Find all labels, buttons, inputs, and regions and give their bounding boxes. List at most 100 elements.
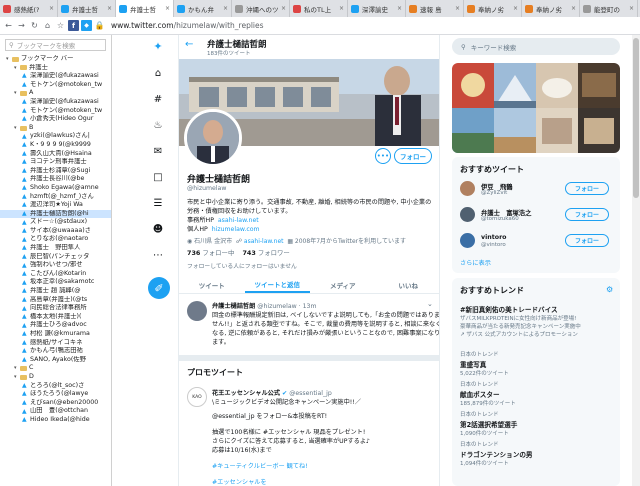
website-link[interactable]: asahi-law.net [244, 238, 284, 245]
bookmark-item[interactable]: ▲ 渡辺洋司★Yoji Wa [0, 201, 111, 210]
back-arrow-icon[interactable]: ← [3, 20, 14, 31]
tweet-avatar[interactable] [187, 301, 207, 321]
bookmark-item[interactable]: ▲ とりなお(@naotaro [0, 235, 111, 244]
bookmark-folder[interactable]: ▾ D [0, 373, 111, 382]
bookmark-item[interactable]: ▲ サイ本(@uwaaaa)さ [0, 227, 111, 236]
close-tab-icon[interactable]: × [395, 5, 402, 12]
trend-item[interactable]: 日本のトレンド 第2話選択希望選手 1,090件のツイート [460, 410, 615, 437]
who-to-follow-item[interactable]: 弁護士 富塚浩之 @tomizuka60 フォロー [452, 204, 620, 226]
facebook-icon[interactable]: f [68, 20, 79, 31]
bookmark-folder[interactable]: ▾ A [0, 89, 111, 98]
bookmark-item[interactable]: ▲ 山田 豊(@ottchan [0, 407, 111, 416]
browser-tab[interactable]: かもん弁 × [174, 0, 232, 17]
bookmark-item[interactable]: ▲ 橋本太地(弁護士)( [0, 313, 111, 322]
promo-hashtag[interactable]: #キューティクルビーボー 観てね! [212, 461, 308, 470]
more-options-button[interactable]: ••• [375, 148, 391, 164]
browser-tab[interactable]: 奉納ノ劣 × [464, 0, 522, 17]
bookmark-item[interactable]: ▲ SANO, Ayako(佐野 [0, 356, 111, 365]
bookmark-folder[interactable]: ▾ ブックマーク バー [0, 55, 111, 64]
browser-tab[interactable]: 沖縄へのツ × [232, 0, 290, 17]
close-tab-icon[interactable]: × [163, 5, 170, 12]
compose-tweet-button[interactable]: ✐ [148, 277, 170, 299]
close-tab-icon[interactable]: × [221, 5, 228, 12]
bookmark-item[interactable]: ▲ 弁護士杉浦章(@Sugi [0, 167, 111, 176]
browser-tab[interactable]: 感熱紙(? × [0, 0, 58, 17]
follow-button[interactable]: フォロー [565, 208, 609, 221]
show-more-link[interactable]: さらに表示 [460, 258, 491, 267]
browser-tab[interactable]: 速報 島 × [406, 0, 464, 17]
bookmark-item[interactable]: ▲ 弁護士 趙 誠峰(@ [0, 287, 111, 296]
bookmark-item[interactable]: ▲ yzki(@lawkus)さん| [0, 132, 111, 141]
browser-tab[interactable]: 弁護士哲 × [116, 0, 174, 17]
bookmark-item[interactable]: ▲ モトケン(@motoken_tw [0, 107, 111, 116]
list-icon[interactable]: ☰ [151, 196, 165, 210]
browser-tab[interactable]: 深澤諭史 × [348, 0, 406, 17]
gear-icon[interactable]: ⚙ [606, 285, 613, 294]
office-link[interactable]: asahi-law.net [218, 217, 259, 224]
bookmark-item[interactable]: ▲ 壽久山大貴(@Hsaina [0, 150, 111, 159]
bookmark-item[interactable]: ▲ こたびん(@Kotarin [0, 270, 111, 279]
close-tab-icon[interactable]: × [337, 5, 344, 12]
bookmark-folder[interactable]: ▾ 弁護士 [0, 64, 111, 73]
bookmark-item[interactable]: ▲ 坂本正幸(@sakamotc [0, 278, 111, 287]
bookmark-item[interactable]: ▲ 感熱紙/サイコキネ [0, 339, 111, 348]
bookmark-item[interactable]: ▲ hzmft(@_hzmf_)さん [0, 193, 111, 202]
bookmark-item[interactable]: ▲ 弁護士長谷川(@be [0, 175, 111, 184]
bookmark-item[interactable]: ▲ 村松 謙(@kmurama [0, 330, 111, 339]
star-icon[interactable]: ☆ [55, 20, 66, 31]
more-icon[interactable]: ⋯ [151, 248, 165, 262]
who-to-follow-item[interactable]: 伊豆 飛鶴 @ZyliZvit フォロー [452, 178, 620, 200]
reload-icon[interactable]: ↻ [29, 20, 40, 31]
back-icon[interactable]: ← [185, 39, 193, 50]
twitter-icon[interactable]: ◆ [81, 20, 92, 31]
follow-button[interactable]: フォロー [565, 182, 609, 195]
bookmark-item[interactable]: ▲ 弁護士 野田隼人 [0, 244, 111, 253]
home-icon[interactable]: ⌂ [151, 66, 165, 80]
tweet[interactable]: 弁護士樋詰哲朗 @hizumelaw · 13m ⌄ 回金の標準報酬規定新旧は,… [179, 295, 439, 361]
trend-item[interactable]: #新旧真剣佑の美トレードバイス ザバスMILKPROTEINに女性向け新商品が登… [460, 303, 615, 338]
chevron-down-icon[interactable]: ⌄ [427, 300, 433, 308]
follow-button[interactable]: フォロー [394, 148, 432, 164]
following-count-link[interactable]: 736 フォロー中 [187, 249, 234, 257]
bookmark-item[interactable]: ▲ かもん弓(鴨志田祐 [0, 347, 111, 356]
media-grid[interactable] [452, 63, 620, 153]
bell-icon[interactable]: ♨ [151, 118, 165, 132]
bookmark-item[interactable]: ▲ 高島章(弁護士)(@ts [0, 296, 111, 305]
trend-item[interactable]: 日本のトレンド ドラゴンテンションの男 1,094件のツイート [460, 440, 615, 467]
tab-media[interactable]: メディア [310, 276, 376, 293]
bookmark-item[interactable]: ▲ 弁護士ひろ@advoc [0, 321, 111, 330]
bookmark-item[interactable]: ▲ モトケン(@motoken_tw [0, 81, 111, 90]
bookmark-item[interactable]: ▲ K・9 9 9 9(@k9999 [0, 141, 111, 150]
bookmark-folder[interactable]: ▾ B [0, 124, 111, 133]
promo-hashtag[interactable]: #エッセンシャルを [212, 477, 267, 486]
twitter-logo-icon[interactable]: ✦ [151, 39, 165, 53]
bookmark-item[interactable]: ▲ えびsan(@eben20000 [0, 399, 111, 408]
forward-arrow-icon[interactable]: → [16, 20, 27, 31]
bookmark-icon[interactable]: □ [151, 170, 165, 184]
followers-count-link[interactable]: 743 フォロワー [242, 249, 289, 257]
address-bar[interactable]: www.twitter.com/hizumelaw/with_replies [111, 21, 264, 30]
close-tab-icon[interactable]: × [47, 5, 54, 12]
close-tab-icon[interactable]: × [511, 5, 518, 12]
close-tab-icon[interactable]: × [105, 5, 112, 12]
avatar[interactable] [460, 207, 475, 222]
close-tab-icon[interactable]: × [453, 5, 460, 12]
close-tab-icon[interactable]: × [569, 5, 576, 12]
profile-avatar[interactable] [184, 109, 242, 167]
browser-tab[interactable]: 弁護士哲 × [58, 0, 116, 17]
bookmark-item[interactable]: ▲ ほうたろう(@lawye [0, 390, 111, 399]
tab-tweets-and-replies[interactable]: ツイートと返信 [244, 276, 310, 293]
tab-tweets[interactable]: ツイート [179, 276, 245, 293]
profile-icon[interactable]: ☻ [151, 222, 165, 236]
avatar[interactable] [460, 181, 475, 196]
browser-tab[interactable]: 能登町の × [580, 0, 638, 17]
trend-item[interactable]: 日本のトレンド 献血ポスター 185,879件のツイート [460, 380, 615, 407]
avatar[interactable] [460, 233, 475, 248]
bookmark-item[interactable]: ▲ 弁護士樋詰哲朗(@hi [0, 209, 111, 219]
hashtag-icon[interactable]: # [151, 92, 165, 106]
twitter-search-input[interactable]: ⚲ キーワード検索 [452, 38, 620, 55]
bookmark-search-input[interactable]: ⚲ ブックマークを検索 [5, 39, 106, 51]
bookmark-folder[interactable]: ▾ C [0, 364, 111, 373]
bookmark-item[interactable]: ▲ 小倉秀夫(Hideo Ogur [0, 115, 111, 124]
bookmark-item[interactable]: ▲ 深澤諭史(@fukazawasi [0, 72, 111, 81]
